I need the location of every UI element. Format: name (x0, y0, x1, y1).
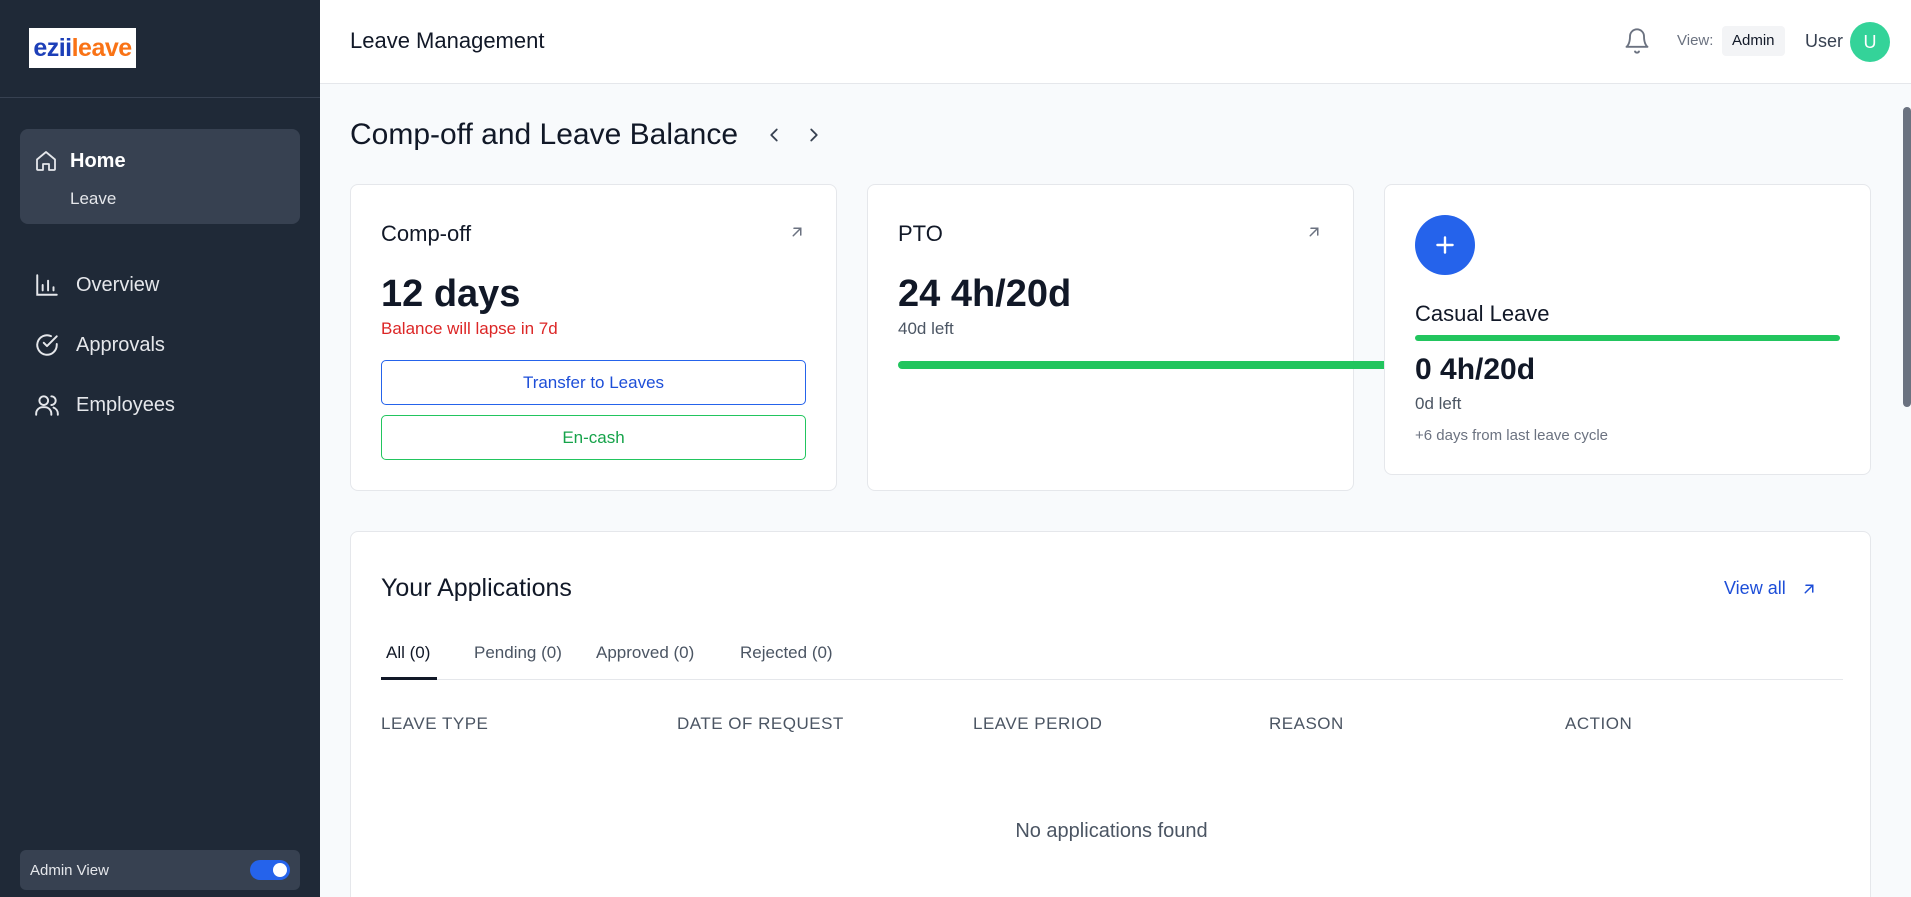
active-tab-indicator (381, 677, 437, 680)
card-title: Comp-off (381, 221, 472, 246)
sidebar-subitem-leave[interactable]: Leave (70, 189, 116, 209)
user-name[interactable]: User (1805, 31, 1843, 52)
arrow-up-right-icon[interactable] (788, 223, 806, 241)
plus-icon (1436, 236, 1454, 254)
view-all-link[interactable]: View all (1724, 578, 1818, 599)
section-title: Comp-off and Leave Balance (350, 118, 739, 151)
applications-panel: Your Applications View all All (0) Pendi… (350, 531, 1871, 897)
page-scrollbar[interactable] (1903, 107, 1911, 407)
view-all-label: View all (1724, 578, 1786, 598)
page-title: Leave Management (350, 28, 545, 53)
applications-tabs: All (0) Pending (0) Approved (0) Rejecte… (381, 630, 1843, 680)
encash-button[interactable]: En-cash (381, 415, 806, 460)
avatar[interactable]: U (1850, 22, 1890, 62)
logo-area: ezii leave (0, 0, 320, 98)
casual-progress-bar (1415, 335, 1840, 341)
home-icon (36, 151, 56, 171)
chevron-left-icon[interactable] (763, 124, 785, 146)
sidebar-item-approvals[interactable]: Approvals (34, 332, 165, 358)
sidebar-item-label: Employees (76, 393, 175, 416)
pto-progress-bar (898, 361, 1398, 369)
sidebar-item-home[interactable]: Home Leave (20, 129, 300, 224)
column-header-reason: REASON (1269, 714, 1344, 733)
empty-state-message: No applications found (1015, 820, 1208, 842)
pto-left: 40d left (898, 319, 954, 338)
tab-pending[interactable]: Pending (0) (474, 643, 562, 663)
casual-note: +6 days from last leave cycle (1415, 427, 1609, 444)
compoff-value: 12 days (381, 273, 521, 315)
add-leave-button[interactable] (1415, 215, 1475, 275)
column-header-leave-type: LEAVE TYPE (381, 714, 489, 733)
tab-rejected[interactable]: Rejected (0) (740, 643, 833, 663)
column-header-date-of-request: DATE OF REQUEST (677, 714, 844, 733)
admin-view-switch[interactable] (250, 860, 290, 880)
tab-all[interactable]: All (0) (386, 643, 430, 663)
bell-icon[interactable] (1623, 27, 1651, 55)
card-title: Casual Leave (1415, 301, 1550, 326)
card-title: PTO (898, 221, 943, 246)
sidebar-item-home-label: Home (70, 149, 126, 172)
chevron-right-icon[interactable] (803, 124, 825, 146)
sidebar: ezii leave Home Leave Overview Approvals … (0, 0, 320, 897)
lapse-warning: Balance will lapse in 7d (381, 319, 558, 338)
arrow-up-right-icon (1804, 584, 1814, 593)
bar-chart-icon (36, 274, 58, 296)
view-label: View: (1677, 32, 1714, 49)
casual-value: 0 4h/20d (1415, 353, 1536, 386)
applications-title: Your Applications (381, 574, 572, 602)
admin-view-toggle[interactable]: Admin View (20, 850, 300, 890)
sidebar-item-label: Overview (76, 273, 160, 296)
app-logo[interactable]: ezii leave (29, 28, 136, 68)
pto-card: PTO 24 4h/20d 40d left (867, 184, 1398, 491)
view-role-badge[interactable]: Admin (1722, 26, 1785, 56)
pto-value: 24 4h/20d (898, 273, 1072, 315)
column-header-action: ACTION (1565, 714, 1633, 733)
sidebar-item-label: Approvals (76, 333, 165, 356)
arrow-up-right-icon[interactable] (1305, 223, 1323, 241)
top-header: Leave Management View: Admin User U (320, 0, 1911, 84)
column-header-leave-period: LEAVE PERIOD (973, 714, 1103, 733)
sidebar-item-employees[interactable]: Employees (34, 392, 175, 418)
casual-left: 0d left (1415, 394, 1462, 413)
transfer-to-leaves-button[interactable]: Transfer to Leaves (381, 360, 806, 405)
compoff-card: Comp-off 12 days Balance will lapse in 7… (350, 184, 837, 491)
sidebar-item-overview[interactable]: Overview (34, 272, 159, 298)
admin-view-label: Admin View (30, 861, 109, 879)
tab-approved[interactable]: Approved (0) (596, 643, 694, 663)
check-circle-icon (36, 334, 58, 356)
users-icon (35, 395, 59, 416)
